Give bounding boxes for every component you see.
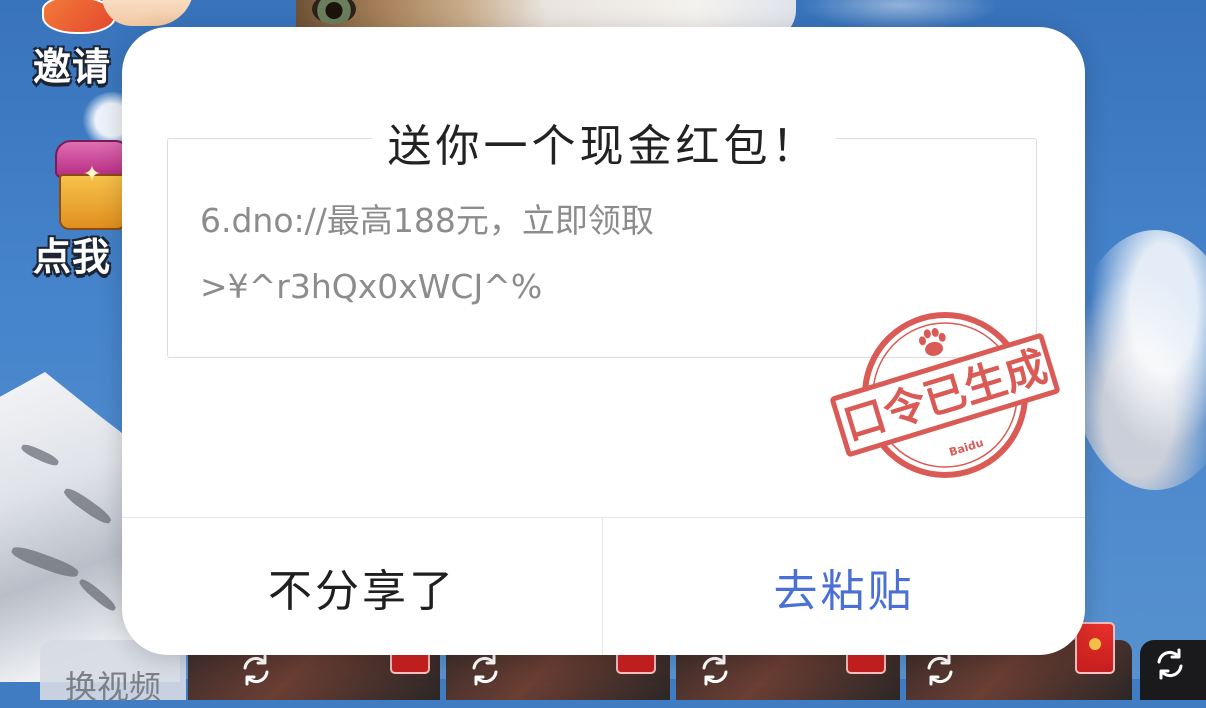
refresh-icon[interactable] [1152,646,1188,682]
star-icon: ✦ [82,162,102,187]
switch-video-label: 换视频 [64,668,161,706]
paw-icon [918,327,946,356]
mascot-body [102,0,194,26]
gift-box-icon[interactable]: ✦ [55,140,131,230]
stamp-brand: Baidu [948,436,986,459]
claim-reward-entry[interactable]: 点我 [33,226,111,281]
dialog-actions: 不分享了 去粘贴 [122,517,1085,655]
cancel-share-button[interactable]: 不分享了 [122,518,603,655]
refresh-icon[interactable] [467,652,503,688]
invite-friends-entry[interactable]: 邀请 [33,36,111,91]
share-code-dialog: 6.dno://最高188元，立即领取 >¥^r3hQx0xWCJ^% 送你一个… [122,27,1085,655]
refresh-icon[interactable] [238,652,274,688]
stamp-text: 口令已生成 [838,341,1053,449]
refresh-icon[interactable] [697,652,733,688]
share-code-token: >¥^r3hQx0xWCJ^% [200,267,543,306]
paste-button[interactable]: 去粘贴 [603,518,1085,655]
refresh-icon[interactable] [922,652,958,688]
video-thumbnail[interactable] [1140,640,1206,700]
code-generated-stamp: 口令已生成 Baidu [830,312,1060,478]
share-code-line: 6.dno://最高188元，立即领取 [200,201,654,240]
